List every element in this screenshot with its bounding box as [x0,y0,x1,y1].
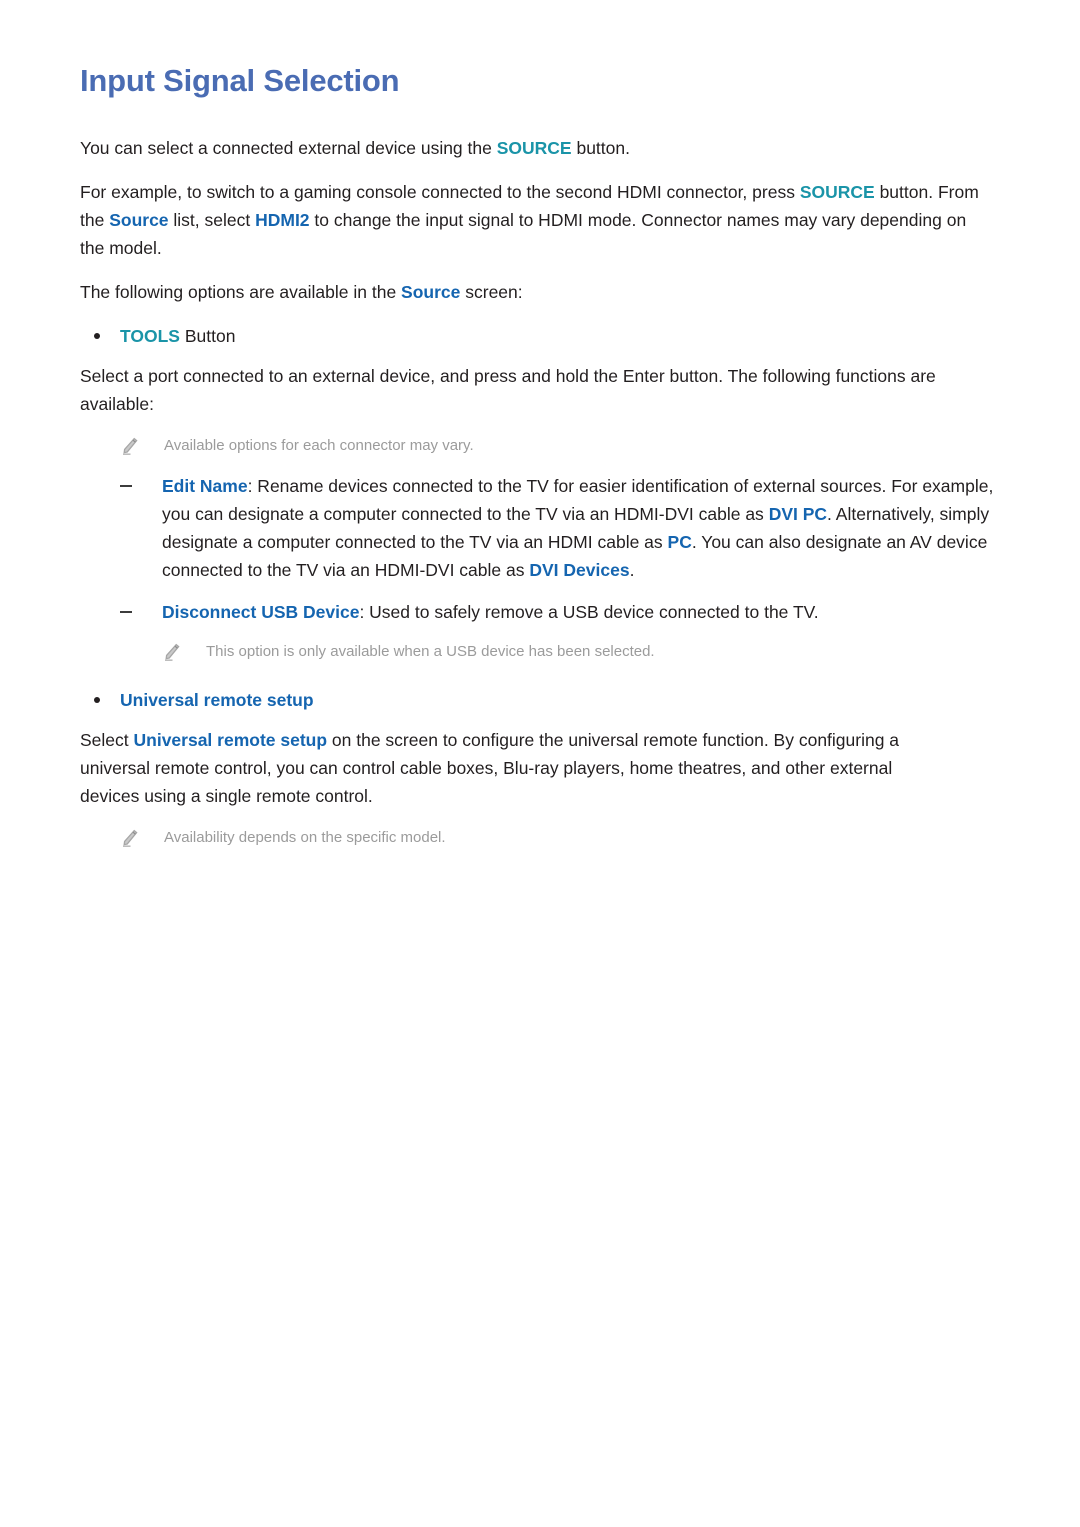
term-edit-name: Edit Name [162,476,248,496]
bullet-label-universal-remote-setup: Universal remote setup [120,690,314,710]
term-source-list: Source [109,210,169,230]
term-pc: PC [667,532,692,552]
term-source-button: SOURCE [799,182,875,202]
dash-marker-icon [120,485,132,487]
options-intro-part2: screen: [460,282,523,302]
bullet-dot-icon [94,697,100,703]
term-disconnect-usb-device: Disconnect USB Device [162,602,360,622]
term-tools: TOOLS [120,326,180,346]
intro-paragraph: You can select a connected external devi… [80,134,995,162]
options-intro-part1: The following options are available in t… [80,282,402,302]
bullet-item-tools: TOOLS Button [80,322,995,350]
pencil-icon [120,436,142,456]
tools-description: Select a port connected to an external d… [80,366,936,414]
term-hdmi2: HDMI2 [255,210,310,230]
bullet-label-tools-rest: Button [179,326,236,346]
note-text: Availability depends on the specific mod… [164,829,446,846]
term-source-button: SOURCE [496,138,572,158]
universal-remote-description: Select Universal remote setup on the scr… [80,726,955,810]
term-universal-remote-setup: Universal remote setup [133,730,328,750]
universal-remote-part1: Select [80,730,134,750]
note-text: This option is only available when a USB… [206,643,655,660]
example-text-part3: list, select [168,210,256,230]
example-paragraph: For example, to switch to a gaming conso… [80,178,995,262]
note-availability-model: Availability depends on the specific mod… [120,826,995,850]
pencil-icon [162,642,184,662]
intro-text-part2: button. [571,138,630,158]
dash-text-edit-name: Edit Name: Rename devices connected to t… [162,472,995,584]
term-dvi-devices: DVI Devices [529,560,630,580]
dash-item-disconnect-usb: Disconnect USB Device: Used to safely re… [120,598,995,626]
edit-name-part4: . [629,560,635,580]
disconnect-usb-part1: : Used to safely remove a USB device con… [359,602,819,622]
pencil-icon [120,828,142,848]
term-dvi-pc: DVI PC [768,504,828,524]
dash-item-edit-name: Edit Name: Rename devices connected to t… [120,472,995,584]
page-title: Input Signal Selection [80,63,400,98]
note-text: Available options for each connector may… [164,437,474,454]
dash-text-disconnect-usb: Disconnect USB Device: Used to safely re… [162,598,995,626]
example-text-part1: For example, to switch to a gaming conso… [80,182,800,202]
document-content: Input Signal Selection You can select a … [80,62,995,864]
bullet-label-tools: TOOLS Button [120,326,235,346]
note-available-options: Available options for each connector may… [120,434,995,458]
dash-marker-icon [120,611,132,613]
note-usb-selected: This option is only available when a USB… [162,640,995,664]
bullet-item-universal-remote-setup: Universal remote setup [80,686,995,714]
bullet-dot-icon [94,333,100,339]
intro-text-part1: You can select a connected external devi… [80,138,497,158]
document-page: Input Signal Selection You can select a … [0,0,1080,1527]
options-intro-paragraph: The following options are available in t… [80,278,995,306]
term-source: Source [401,282,461,302]
